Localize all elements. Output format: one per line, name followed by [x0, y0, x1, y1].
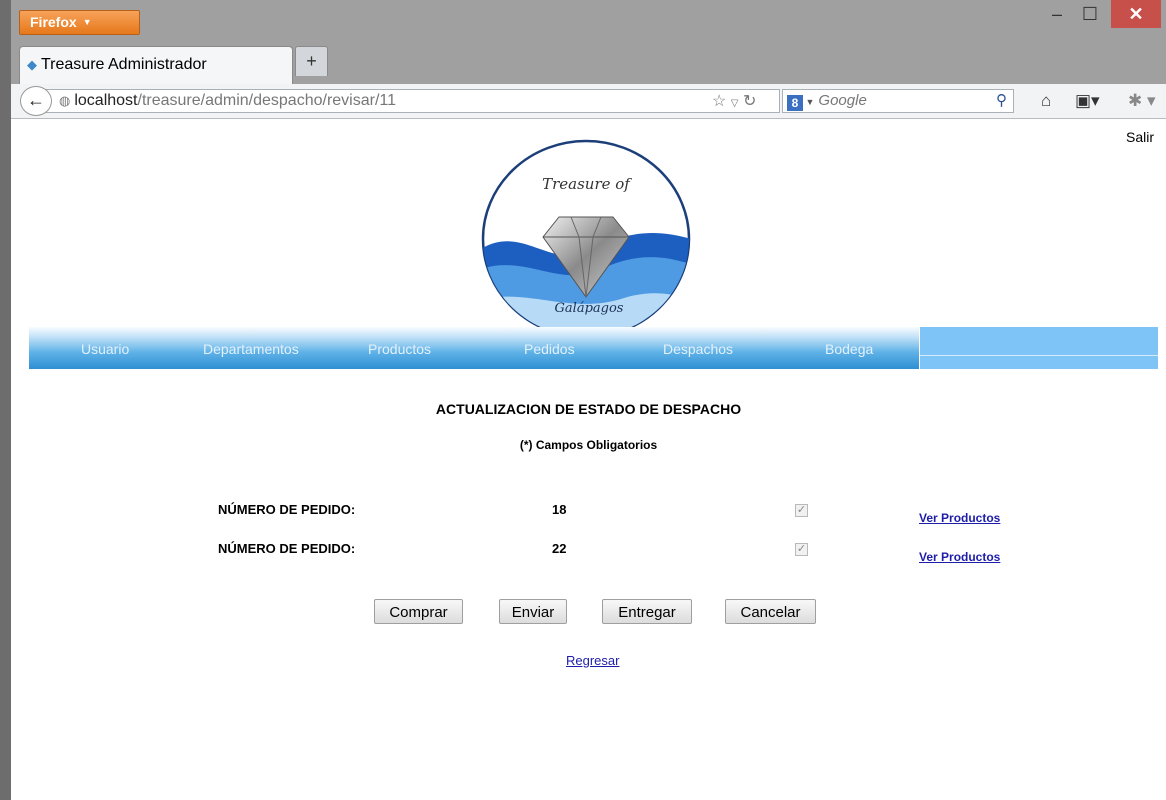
page-content: Salir Treasure of Galápagos Usuario Depa… [11, 119, 1166, 800]
window-frame-left [0, 0, 11, 800]
reload-icon[interactable]: ↻ [743, 93, 756, 110]
engine-dropdown-icon[interactable]: ▼ [803, 97, 815, 107]
url-bar[interactable]: ◍ localhost/treasure/admin/despacho/revis… [40, 89, 780, 113]
required-fields-note: (*) Campos Obligatorios [519, 438, 658, 452]
favicon-icon: ◆ [27, 57, 37, 72]
tab-treasure-administrador[interactable]: ◆ Treasure Administrador [19, 46, 293, 84]
tab-title: Treasure Administrador [41, 56, 207, 73]
order-number: 18 [552, 502, 567, 517]
url-host: localhost [74, 92, 138, 109]
search-placeholder: Google [818, 92, 867, 109]
page-title: ACTUALIZACION DE ESTADO DE DESPACHO [435, 401, 742, 417]
menu-item-departamentos[interactable]: Departamentos [203, 341, 299, 357]
order-checkbox[interactable]: ✓ [795, 543, 808, 556]
bookmark-star-icon[interactable]: ☆ [712, 93, 726, 110]
title-bar [11, 0, 1166, 42]
history-dropdown-icon[interactable]: ▽ [731, 98, 739, 109]
ver-productos-link[interactable]: Ver Productos [919, 550, 1000, 564]
chevron-down-icon: ▼ [82, 17, 92, 27]
logo-bottom-text: Galápagos [555, 301, 624, 316]
extension-icon[interactable]: ✱ ▾ [1128, 91, 1156, 111]
menu-item-productos[interactable]: Productos [368, 341, 431, 357]
order-label: NÚMERO DE PEDIDO: [218, 502, 356, 517]
maximize-button[interactable]: ☐ [1075, 0, 1105, 28]
enviar-button[interactable]: Enviar [499, 599, 567, 624]
back-button[interactable]: ← [20, 86, 52, 116]
firefox-menu-button[interactable]: Firefox ▼ [19, 10, 140, 35]
home-icon[interactable]: ⌂ [1041, 91, 1051, 111]
search-icon[interactable]: ⚲ [996, 90, 1007, 112]
logo-top-text: Treasure of [542, 175, 632, 193]
back-arrow-icon: ← [27, 90, 45, 110]
bookmarks-menu-icon[interactable]: ▣▾ [1075, 91, 1100, 111]
url-path: /treasure/admin/despacho/revisar/11 [137, 92, 397, 109]
treasure-of-galapagos-logo: Treasure of Galápagos [481, 139, 691, 339]
minimize-button[interactable]: ‒ [1042, 0, 1072, 28]
url-bar-actions: ☆ ▽ ↻ [712, 91, 756, 111]
menu-item-pedidos[interactable]: Pedidos [524, 341, 575, 357]
search-box[interactable]: 8 ▼ Google ⚲ [782, 89, 1014, 113]
menu-filler [920, 327, 1158, 369]
order-number: 22 [552, 541, 567, 556]
main-menu: Usuario Departamentos Productos Pedidos … [29, 327, 919, 369]
menu-item-despachos[interactable]: Despachos [663, 341, 733, 357]
logout-link[interactable]: Salir [1126, 129, 1154, 145]
firefox-button-label: Firefox [30, 14, 77, 30]
globe-icon: ◍ [59, 93, 71, 108]
google-search-engine-icon[interactable]: 8 [787, 95, 803, 111]
menu-item-usuario[interactable]: Usuario [81, 341, 129, 357]
regresar-link[interactable]: Regresar [566, 653, 619, 668]
order-label: NÚMERO DE PEDIDO: [218, 541, 356, 556]
menu-divider [920, 355, 1158, 356]
new-tab-button[interactable]: + [295, 46, 328, 76]
order-checkbox[interactable]: ✓ [795, 504, 808, 517]
menu-item-bodega[interactable]: Bodega [825, 341, 873, 357]
entregar-button[interactable]: Entregar [602, 599, 692, 624]
close-button[interactable]: ✕ [1111, 0, 1161, 28]
cancelar-button[interactable]: Cancelar [725, 599, 816, 624]
ver-productos-link[interactable]: Ver Productos [919, 511, 1000, 525]
comprar-button[interactable]: Comprar [374, 599, 463, 624]
